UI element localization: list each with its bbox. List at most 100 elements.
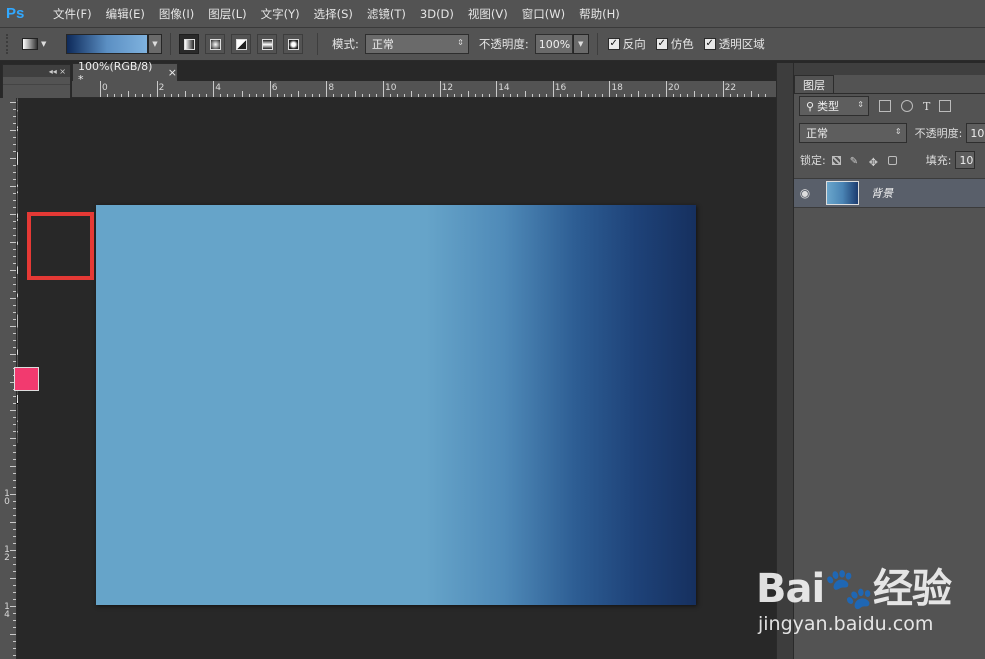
diamond-gradient-button[interactable] (283, 34, 303, 54)
menu-type[interactable]: 文字(Y) (254, 6, 307, 22)
fill-input[interactable]: 10 (955, 151, 976, 169)
ruler-tick (206, 94, 208, 97)
menu-filter[interactable]: 滤镜(T) (360, 6, 413, 22)
menu-layer[interactable]: 图层(L) (201, 6, 253, 22)
ruler-tick (630, 94, 632, 97)
ruler-tick (13, 123, 16, 124)
options-grip[interactable] (6, 34, 12, 54)
mode-select[interactable]: 正常 ⇕ (364, 34, 469, 54)
ruler-tick (13, 179, 16, 180)
ruler-label: 0 (102, 83, 108, 93)
ruler-tick (13, 592, 16, 593)
menu-edit[interactable]: 编辑(E) (99, 6, 152, 22)
shape-filter-icon[interactable] (939, 100, 952, 112)
gradient-canvas[interactable] (96, 205, 696, 605)
ruler-tick (234, 94, 236, 97)
ruler-tick (142, 94, 144, 97)
foreground-color-swatch[interactable] (14, 367, 39, 391)
ruler-label: 4 (215, 83, 221, 93)
lock-brush-icon[interactable]: ✎ (850, 156, 860, 167)
type-filter-icon[interactable]: T (923, 100, 930, 113)
divider (170, 33, 171, 55)
lock-all-icon[interactable] (887, 155, 897, 165)
ruler-tick (305, 94, 307, 97)
ruler-tick (13, 501, 16, 502)
ruler-tick (100, 81, 101, 97)
menu-3d[interactable]: 3D(D) (413, 7, 461, 21)
ruler-tick (503, 94, 505, 97)
ruler-tick (13, 508, 16, 509)
ruler-tick (13, 207, 16, 208)
lock-move-icon[interactable]: ✥ (869, 156, 879, 169)
blend-mode-select[interactable]: 正常 ⇕ (799, 123, 907, 143)
mode-value: 正常 (371, 38, 394, 51)
tools-panel-controls[interactable]: ◂◂ × (49, 67, 66, 76)
gradient-tool-icon (22, 38, 38, 50)
layer-name[interactable]: 背景 (871, 185, 893, 201)
ruler-label: 18 (611, 83, 623, 93)
dither-label: 仿色 (670, 37, 694, 51)
radial-gradient-icon (209, 38, 221, 50)
ruler-tick (602, 94, 604, 97)
baidu-jingyan-watermark: Bai🐾经验 jingyan.baidu.com (756, 556, 985, 659)
menu-window[interactable]: 窗口(W) (515, 6, 572, 22)
ruler-tick (680, 94, 682, 97)
layer-filter-select[interactable]: ⚲ 类型 ⇕ (799, 96, 869, 116)
ruler-tick (574, 94, 576, 97)
tools-panel-header[interactable]: ◂◂ × (3, 65, 70, 77)
lock-transparent-icon[interactable] (831, 155, 841, 165)
opacity-input[interactable]: 100% (534, 34, 573, 54)
ruler-tick (255, 94, 257, 97)
ruler-tick (13, 585, 16, 586)
transparency-checkbox[interactable]: ✓ 透明区域 (703, 36, 765, 52)
gradient-picker[interactable] (66, 34, 148, 54)
layers-panel-header[interactable] (794, 63, 985, 75)
close-tab-icon[interactable]: × (168, 66, 177, 79)
radial-gradient-button[interactable] (205, 34, 225, 54)
horizontal-ruler[interactable]: 0 2 4 6 8 10 12 14 16 18 20 22 (72, 81, 776, 98)
menu-view[interactable]: 视图(V) (461, 6, 515, 22)
opacity-dropdown-button[interactable]: ▼ (572, 34, 589, 54)
layer-opacity-input[interactable]: 10 (966, 123, 985, 143)
ruler-tick (10, 326, 16, 327)
tab-layers[interactable]: 图层 (794, 75, 834, 94)
ruler-tick (13, 109, 16, 110)
ruler-tick (319, 94, 321, 97)
ruler-tick (170, 94, 172, 97)
ruler-tick (291, 94, 293, 97)
angle-gradient-button[interactable] (231, 34, 251, 54)
menu-file[interactable]: 文件(F) (46, 6, 99, 22)
ruler-tick (10, 466, 16, 467)
eye-icon[interactable]: ◉ (794, 186, 816, 200)
menu-help[interactable]: 帮助(H) (572, 6, 627, 22)
ruler-tick (213, 81, 215, 97)
ruler-tick (375, 94, 377, 97)
ruler-tick (13, 445, 16, 446)
adjustment-filter-icon[interactable] (901, 100, 913, 112)
tool-preset-picker[interactable]: ▼ (22, 33, 56, 55)
ruler-tick (13, 431, 16, 432)
layer-row[interactable]: ◉ 背景 (794, 178, 985, 208)
linear-gradient-button[interactable] (179, 34, 199, 54)
reflected-gradient-button[interactable] (257, 34, 277, 54)
reverse-checkbox[interactable]: ✓ 反向 (607, 36, 646, 52)
menu-select[interactable]: 选择(S) (307, 6, 360, 22)
gradient-dropdown-button[interactable]: ▼ (148, 34, 162, 54)
mode-label: 模式: (332, 37, 359, 51)
ruler-tick (13, 165, 16, 166)
ruler-label: 20 (668, 83, 680, 93)
dither-checkbox[interactable]: ✓ 仿色 (655, 36, 694, 52)
document-tab[interactable]: 100%(RGB/8) * × (72, 60, 178, 86)
ruler-tick (496, 81, 498, 97)
ruler-tick (13, 340, 16, 341)
ruler-tick (13, 564, 16, 565)
ruler-tick (397, 94, 399, 97)
ruler-tick (439, 81, 441, 97)
menu-image[interactable]: 图像(I) (152, 6, 201, 22)
ruler-label: 10 (385, 83, 397, 93)
ruler-tick (10, 550, 16, 551)
ruler-tick (13, 480, 16, 481)
updown-arrow-icon: ⇕ (857, 100, 864, 109)
tools-grip[interactable] (3, 77, 70, 85)
pixel-filter-icon[interactable] (879, 100, 891, 112)
